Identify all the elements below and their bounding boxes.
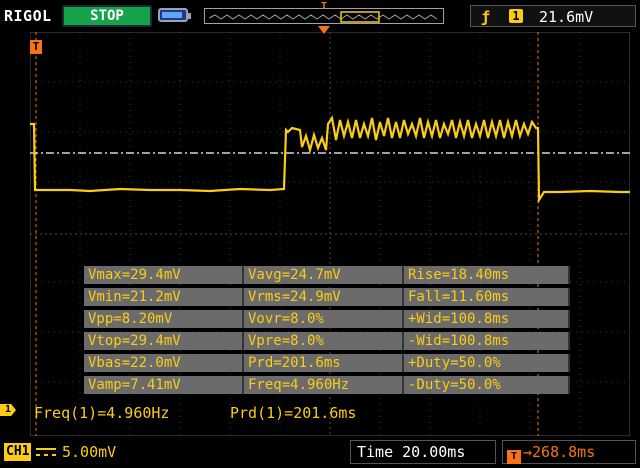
channel-offset-marker[interactable]: 1: [0, 404, 16, 416]
measurement-cell: Vmax=29.4mV: [84, 266, 244, 284]
table-row: Vmin=21.2mV Vrms=24.9mV Fall=11.60ms: [84, 288, 570, 306]
measurement-cell: Vtop=29.4mV: [84, 332, 244, 350]
trigger-settings[interactable]: ƒ 1 21.6mV: [470, 5, 636, 27]
horizontal-trigger-marker-icon: [318, 26, 330, 34]
measurement-cell: Vovr=8.0%: [244, 310, 404, 328]
dc-coupling-icon: [36, 448, 56, 456]
timebase-control[interactable]: Time 20.00ms: [350, 440, 496, 464]
bottom-bar: CH1 5.00mV Time 20.00ms T →268.8ms: [0, 436, 640, 468]
measurement-cell: Freq=4.960Hz: [244, 376, 404, 394]
brand-logo: RIGOL: [4, 7, 52, 25]
vertical-scale[interactable]: 5.00mV: [62, 443, 116, 461]
measurement-table: Vmax=29.4mV Vavg=24.7mV Rise=18.40ms Vmi…: [84, 266, 570, 398]
battery-icon: [158, 8, 191, 22]
trigger-offset-control[interactable]: T →268.8ms: [502, 440, 636, 464]
waveform-overview-icon: [208, 11, 438, 23]
table-row: Vamp=7.41mV Freq=4.960Hz -Duty=50.0%: [84, 376, 570, 394]
measurement-cell: -Wid=100.8ms: [404, 332, 570, 350]
trigger-level: 21.6mV: [539, 8, 594, 26]
time-label: Time: [357, 443, 394, 461]
measurement-cell: Vpre=8.0%: [244, 332, 404, 350]
frequency-readout: Freq(1)=4.960Hz: [34, 404, 170, 422]
offset-arrow-icon: →: [523, 443, 533, 461]
time-scale-value: 20.00ms: [402, 443, 466, 461]
measurement-cell: Vpp=8.20mV: [84, 310, 244, 328]
measurement-cell: Vamp=7.41mV: [84, 376, 244, 394]
trigger-time-badge: T: [30, 40, 42, 54]
rising-edge-icon: ƒ: [481, 8, 491, 26]
period-readout: Prd(1)=201.6ms: [230, 404, 357, 422]
table-row: Vbas=22.0mV Prd=201.6ms +Duty=50.0%: [84, 354, 570, 372]
run-stop-button[interactable]: STOP: [62, 5, 152, 27]
memory-position-bar[interactable]: T: [204, 1, 444, 24]
table-row: Vmax=29.4mV Vavg=24.7mV Rise=18.40ms: [84, 266, 570, 284]
trigger-offset-value: 268.8ms: [532, 443, 596, 461]
measurement-cell: -Duty=50.0%: [404, 376, 570, 394]
measurement-cell: +Duty=50.0%: [404, 354, 570, 372]
measurement-cell: Vrms=24.9mV: [244, 288, 404, 306]
measurement-cell: Rise=18.40ms: [404, 266, 570, 284]
measurement-cell: Vbas=22.0mV: [84, 354, 244, 372]
table-row: Vtop=29.4mV Vpre=8.0% -Wid=100.8ms: [84, 332, 570, 350]
measurement-cell: Vmin=21.2mV: [84, 288, 244, 306]
trigger-position-icon: T: [321, 1, 328, 12]
measurement-cell: Vavg=24.7mV: [244, 266, 404, 284]
measurement-cell: +Wid=100.8ms: [404, 310, 570, 328]
measurement-cell: Fall=11.60ms: [404, 288, 570, 306]
trigger-offset-icon: T: [507, 450, 521, 464]
trigger-channel: 1: [509, 9, 523, 23]
table-row: Vpp=8.20mV Vovr=8.0% +Wid=100.8ms: [84, 310, 570, 328]
measurement-cell: Prd=201.6ms: [244, 354, 404, 372]
channel-1-button[interactable]: CH1: [4, 443, 32, 461]
